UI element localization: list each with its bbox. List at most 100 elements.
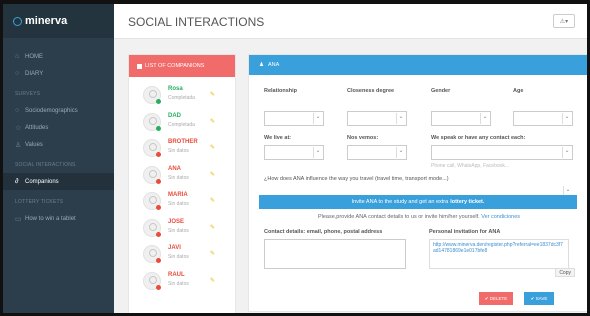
meet-select[interactable]	[347, 145, 407, 160]
edit-pencil-icon[interactable]: ✎	[210, 277, 215, 284]
companion-name: JOSE	[168, 218, 185, 225]
relationship-label: Relationship	[264, 88, 298, 94]
status-dot	[156, 284, 161, 290]
sidebar-item-sociodemographics[interactable]: ○ Sociodemographics	[3, 102, 114, 119]
companion-status: Completada	[168, 121, 195, 128]
sidebar-item-attitudes[interactable]: ☆ Attitudes	[3, 119, 114, 136]
companion-status: Sin datos	[168, 254, 189, 260]
star-icon: ☆	[15, 124, 22, 132]
companion-name: JAVI	[168, 245, 181, 251]
main-content: LIST OF COMPANIONS Rosa Completada ✎ DAD Com…	[114, 39, 587, 313]
sidebar-item-home[interactable]: ⌂ HOME	[3, 48, 114, 65]
contact-label: We speak or have any contact each:	[431, 135, 526, 141]
scale-icon: ♙	[15, 141, 22, 149]
age-select[interactable]	[513, 111, 573, 126]
sidebar-item-label: DIARY	[25, 70, 44, 77]
status-dot	[156, 205, 161, 210]
companion-item[interactable]: MARIA Sin datos ✎	[143, 190, 228, 212]
companions-panel: LIST OF COMPANIONS Rosa Completada ✎ DAD Com…	[128, 54, 236, 313]
section-surveys: SURVEYS	[15, 91, 41, 97]
sidebar-item-label: HOME	[25, 53, 43, 60]
companion-status: Sin datos	[168, 174, 189, 181]
logo-ring-icon	[13, 16, 22, 26]
companion-item[interactable]: BROTHER Sin datos ✎	[143, 137, 228, 159]
edit-pencil-icon[interactable]: ✎	[210, 250, 215, 257]
edit-pencil-icon[interactable]: ✎	[210, 118, 215, 125]
companion-status: Completada	[168, 95, 195, 101]
form-header-label: ANA	[267, 62, 280, 68]
user-icon: ♟	[259, 62, 264, 68]
gender-select[interactable]	[431, 111, 491, 126]
user-menu-button[interactable]: ⚠▾	[553, 14, 575, 28]
relationship-select[interactable]	[264, 111, 324, 126]
provide-line: Please,provide ANA contact details to us…	[249, 214, 587, 220]
diary-icon: ○	[15, 70, 20, 77]
home-icon: ⌂	[15, 53, 20, 60]
companion-status: Sin datos	[168, 201, 189, 207]
status-dot	[156, 152, 161, 157]
contact-details-textarea[interactable]	[264, 239, 406, 269]
influence-spacer	[264, 185, 573, 197]
conditions-link[interactable]: Ver condiciones	[481, 214, 520, 220]
sidebar-item-diary[interactable]: ○ DIARY	[3, 65, 114, 82]
companion-name: MARIA	[168, 192, 188, 198]
sidebar-item-label: How to win a tablet	[25, 215, 76, 222]
meet-label: Nos vemos:	[347, 135, 379, 141]
edit-pencil-icon[interactable]: ✎	[210, 171, 215, 178]
status-dot	[156, 125, 161, 131]
companion-name: RAUL	[168, 271, 185, 278]
edit-pencil-icon[interactable]: ✎	[210, 224, 215, 231]
companion-item[interactable]: JOSE Sin datos ✎	[143, 217, 228, 239]
invitation-url-box[interactable]: http://www.minerva.den/register.php?refe…	[429, 239, 569, 269]
companion-status: Sin datos	[168, 148, 189, 154]
sidebar-item-label: Values	[25, 141, 43, 148]
section-lottery: LOTTERY TICKETS	[15, 199, 64, 205]
contact-select[interactable]	[431, 145, 573, 160]
companion-name: BROTHER	[168, 139, 198, 145]
sidebar-item-companions[interactable]: ∂ Companions	[3, 173, 114, 190]
copy-button[interactable]: Copy	[555, 268, 575, 277]
brand-logo[interactable]: minerva	[3, 4, 114, 38]
save-button[interactable]: ✔ SAVE	[524, 292, 554, 305]
status-dot	[156, 258, 161, 263]
live-label: We live at:	[264, 135, 292, 141]
companion-item[interactable]: JAVI Sin datos ✎	[143, 243, 228, 265]
live-select[interactable]	[264, 145, 324, 160]
sidebar-item-label: Companions	[25, 178, 59, 185]
details-label: Contact details: email, phone, postal ad…	[264, 229, 383, 235]
gender-label: Gender	[431, 88, 451, 94]
provide-text: Please,provide ANA contact details to us…	[317, 214, 480, 220]
closeness-select[interactable]	[347, 111, 407, 126]
sidebar-nav: ⌂ HOME ○ DIARY SURVEYS ○ Sociodemographics ☆ Att…	[3, 38, 114, 227]
brand-name: minerva	[25, 15, 68, 27]
companion-name: ANA	[168, 165, 181, 172]
invite-banner: Invite ANA to the study and get an extra…	[259, 195, 577, 209]
invite-text: Invite ANA to the study and get an extra	[351, 199, 449, 205]
person-icon: ○	[15, 107, 20, 114]
sidebar-item-label: Attitudes	[25, 124, 49, 131]
companion-form-panel: ♟ ANA Relationship Closeness degree Gend…	[248, 54, 587, 312]
list-icon	[137, 63, 142, 69]
app-window: minerva ⌂ HOME ○ DIARY SURVEYS ○ Sociodemograp…	[0, 0, 590, 316]
edit-pencil-icon[interactable]: ✎	[210, 91, 215, 98]
age-label: Age	[513, 88, 524, 94]
edit-pencil-icon[interactable]: ✎	[210, 144, 215, 151]
companion-item[interactable]: DAD Completada ✎	[143, 111, 228, 133]
companion-item[interactable]: RAUL Sin datos ✎	[143, 270, 228, 292]
companion-name: Rosa	[168, 86, 183, 92]
contact-placeholder: Phone call, WhatsApp, Facebook...	[431, 163, 510, 169]
companions-header: LIST OF COMPANIONS	[129, 55, 235, 77]
companion-name: DAD	[168, 112, 181, 119]
companions-header-label: LIST OF COMPANIONS	[145, 63, 205, 69]
delete-button[interactable]: ✔ DELETE	[479, 292, 513, 305]
status-dot	[156, 231, 161, 237]
companions-icon: ∂	[15, 178, 19, 185]
sidebar: minerva ⌂ HOME ○ DIARY SURVEYS ○ Sociodemograp…	[3, 4, 114, 313]
companion-item[interactable]: ANA Sin datos ✎	[143, 164, 228, 186]
edit-pencil-icon[interactable]: ✎	[210, 197, 215, 204]
sidebar-item-how-to-win-a-tablet[interactable]: ▭ How to win a tablet	[3, 210, 114, 227]
sidebar-item-values[interactable]: ♙ Values	[3, 136, 114, 153]
companion-item[interactable]: Rosa Completada ✎	[143, 84, 228, 106]
section-social: SOCIAL INTERACTIONS	[15, 162, 76, 168]
companion-status: Sin datos	[168, 227, 189, 234]
